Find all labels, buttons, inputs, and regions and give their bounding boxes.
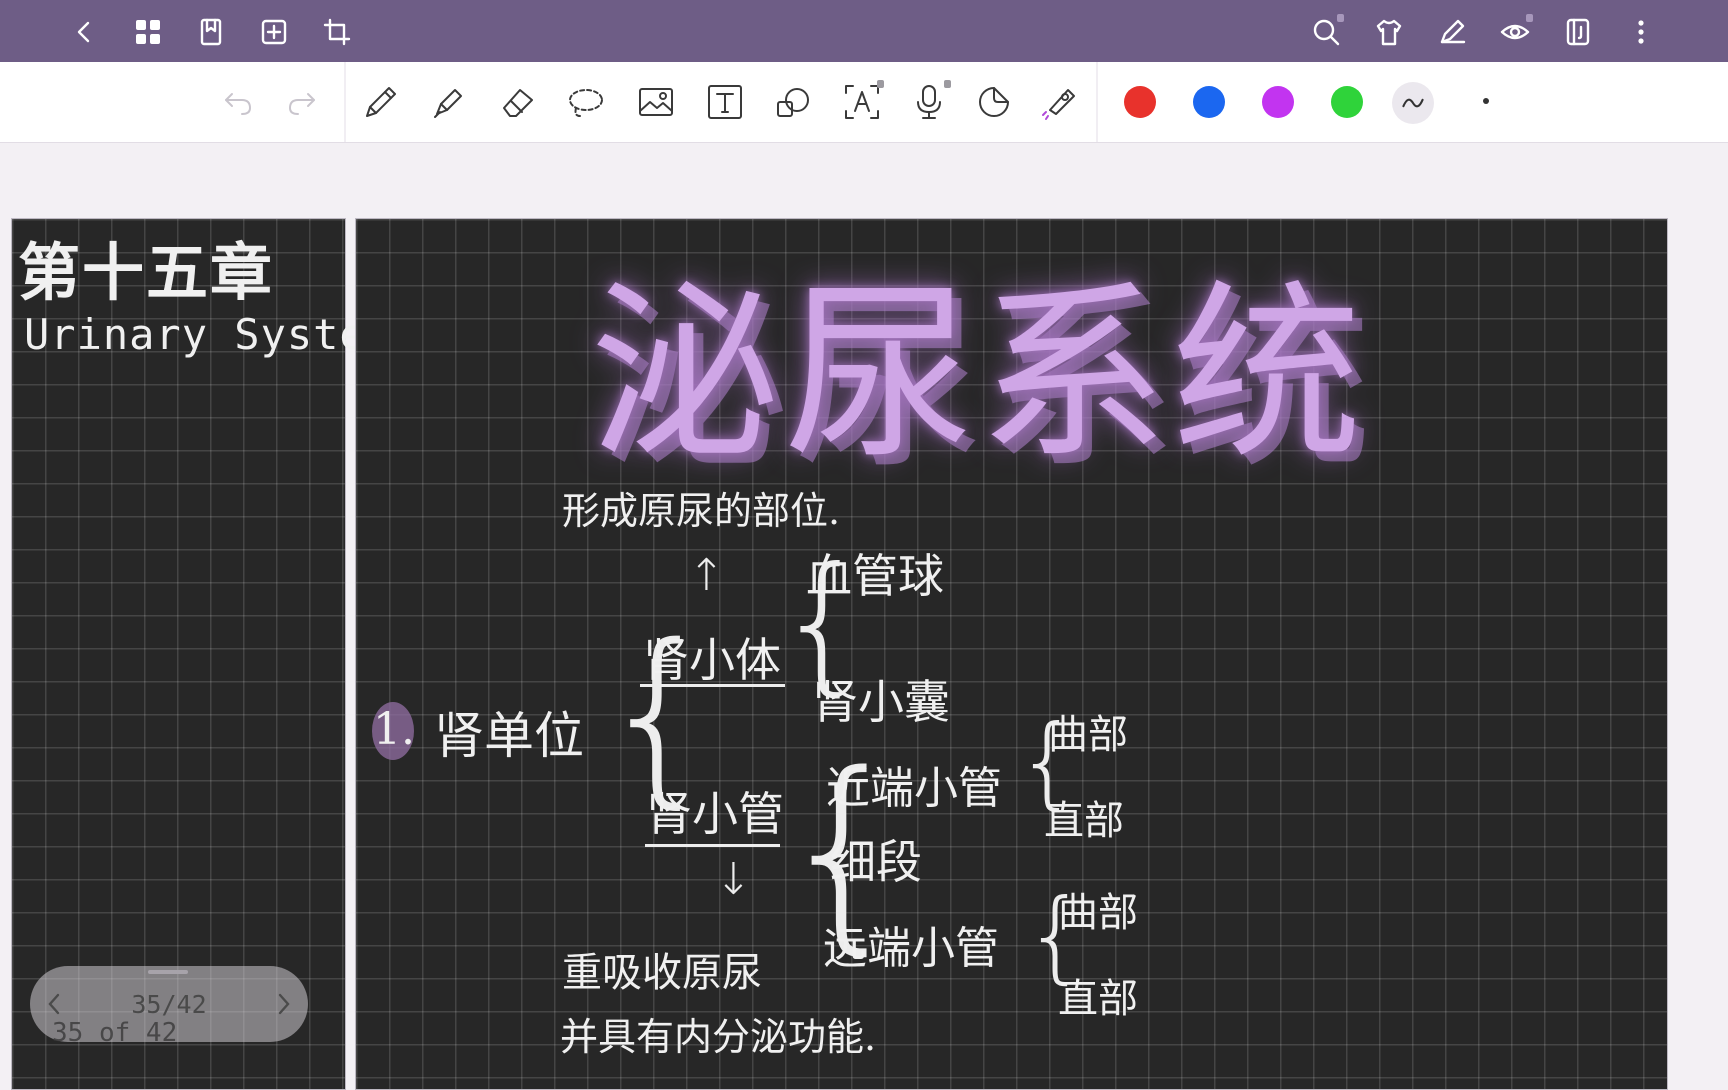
lock-icon [944,80,951,88]
laser-pointer-icon[interactable] [1036,80,1084,124]
redo-icon[interactable] [278,80,326,124]
shape-icon[interactable] [769,80,817,124]
crop-icon[interactable] [317,12,357,52]
stroke-size-button[interactable] [1483,98,1489,104]
lasso-icon[interactable] [562,80,610,124]
proximal-straight: 直部 [1044,798,1124,844]
distal-tubule: 远端小管 [823,923,999,974]
color-swatch-red[interactable] [1124,86,1156,118]
color-swatch-green[interactable] [1331,86,1363,118]
branch-renal-corpuscle: 肾小体 [643,633,781,687]
chapter-title: 第十五章 [18,236,275,309]
sticker-icon[interactable] [970,80,1018,124]
bottom-note-line2: 并具有内分泌功能. [560,1015,877,1059]
eraser-icon[interactable] [494,80,542,124]
top-bar [0,0,1728,62]
page-count: 35/42 [131,989,207,1019]
underline [645,844,780,847]
eye-icon[interactable] [1495,12,1535,52]
underline [640,684,785,687]
up-arrow-icon: ↑ [688,550,725,601]
thin-segment: 细段 [830,835,922,889]
renal-capsule: 肾小囊 [812,675,950,729]
next-page-button[interactable] [258,979,308,1029]
distal-convoluted: 曲部 [1058,890,1138,936]
page-layout-icon[interactable] [1558,12,1598,52]
undo-icon[interactable] [214,80,262,124]
color-swatch-purple[interactable] [1262,86,1294,118]
bookmark-icon[interactable] [191,12,231,52]
pen-icon[interactable] [357,80,405,124]
root-node: 肾单位 [434,707,584,765]
proximal-convoluted: 曲部 [1048,712,1128,758]
toolbar-divider [344,62,346,142]
down-arrow-icon: ↓ [715,854,752,905]
ocr-icon[interactable] [838,80,886,124]
squiggle-icon [1402,98,1424,108]
more-icon[interactable] [1621,12,1661,52]
glomerulus: 血管球 [806,549,944,603]
page-of-label: 35 of 42 [52,1018,178,1048]
toolbar-divider [1096,62,1098,142]
top-note: 形成原尿的部位. [562,489,841,533]
search-icon[interactable] [1306,12,1346,52]
back-icon[interactable] [64,12,104,52]
pen-edit-icon[interactable] [1432,12,1472,52]
text-icon[interactable] [701,80,749,124]
proximal-tubule: 近端小管 [826,763,1002,814]
pager-handle[interactable] [148,970,188,974]
chevron-left-icon [48,993,60,1015]
branch-renal-tubule: 肾小管 [646,787,784,841]
bottom-note-line1: 重吸收原尿 [562,950,762,996]
item-number: 1. [373,704,415,755]
chevron-right-icon [278,993,290,1015]
distal-straight: 直部 [1058,976,1138,1022]
grid-icon[interactable] [128,12,168,52]
add-page-icon[interactable] [254,12,294,52]
image-icon[interactable] [632,80,680,124]
lock-icon [1526,14,1533,22]
microphone-icon[interactable] [905,80,953,124]
color-swatch-blue[interactable] [1193,86,1225,118]
lock-icon [877,80,884,88]
shirt-icon[interactable] [1369,12,1409,52]
highlighter-icon[interactable] [425,80,473,124]
drawing-toolbar [0,62,1728,143]
page-title: 泌尿系统 [590,264,1367,485]
lock-icon [1337,14,1344,22]
stroke-style-button[interactable] [1392,82,1434,124]
